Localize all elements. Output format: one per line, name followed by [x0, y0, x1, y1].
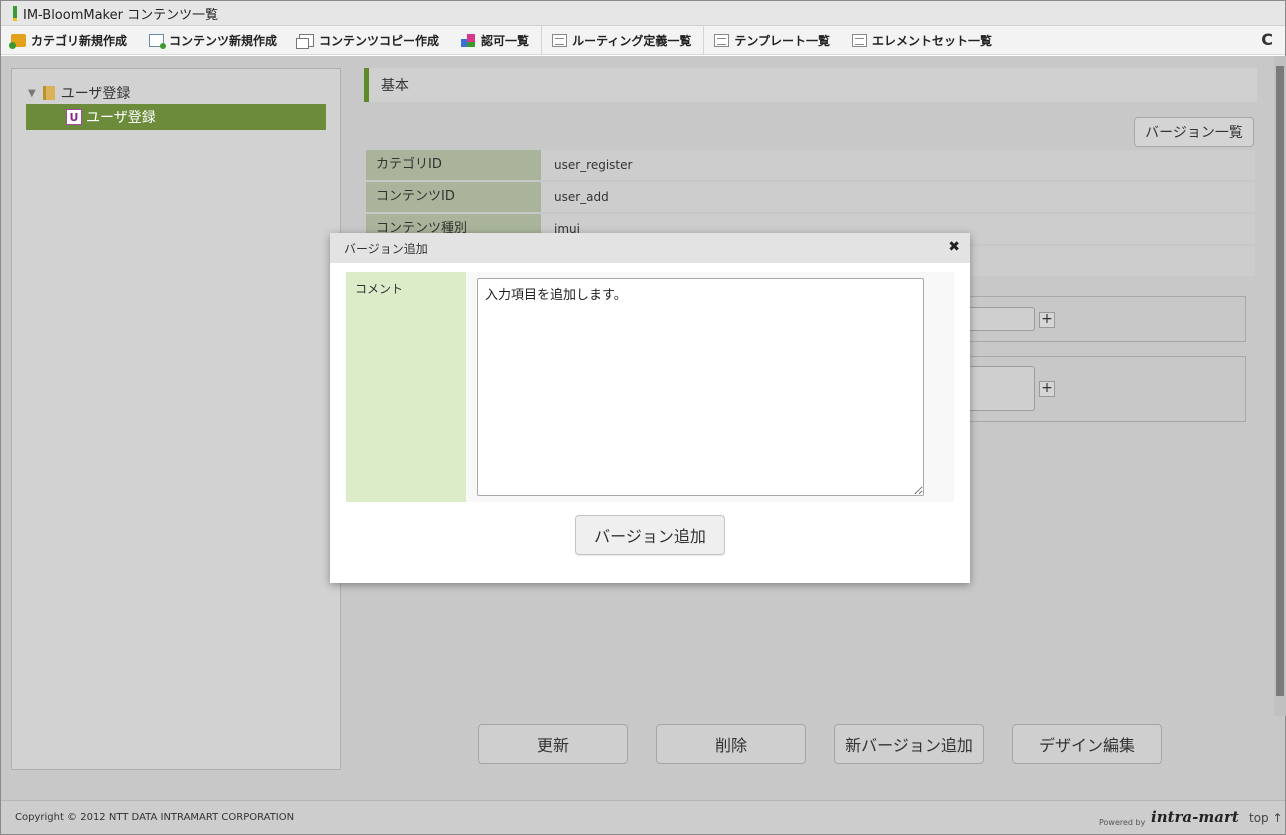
update-button[interactable]: 更新	[478, 724, 628, 764]
info-label: コンテンツID	[366, 182, 541, 212]
dialog-header: バージョン追加 ✖	[330, 233, 970, 263]
content-add-icon	[149, 33, 167, 49]
info-value: user_register	[554, 158, 633, 172]
tree-node-category[interactable]: ▼ ユーザ登録	[28, 83, 130, 103]
toolbar-category-new[interactable]: カテゴリ新規作成	[1, 26, 139, 55]
toolbar-authorization-list[interactable]: 認可一覧	[451, 25, 543, 55]
info-row-category-id: カテゴリID user_register	[366, 150, 1255, 180]
top-link[interactable]: top ↑	[1249, 811, 1283, 825]
list-icon	[852, 33, 867, 47]
info-value: user_add	[554, 190, 609, 204]
app-logo-icon	[13, 5, 17, 21]
toolbar-content-new[interactable]: コンテンツ新規作成	[139, 26, 289, 55]
list-icon	[714, 33, 730, 47]
copyright-text: Copyright © 2012 NTT DATA INTRAMART CORP…	[15, 812, 295, 823]
content-copy-icon	[296, 33, 315, 49]
powered-by-text: Powered by	[1099, 818, 1146, 827]
tree-node-label: ユーザ登録	[86, 110, 156, 126]
toolbar-content-copy[interactable]: コンテンツコピー作成	[289, 26, 451, 55]
tree-node-content-selected[interactable]: U ユーザ登録	[26, 104, 326, 130]
comment-label: コメント	[346, 272, 466, 502]
info-label: カテゴリID	[366, 150, 541, 180]
dialog-title: バージョン追加	[344, 241, 428, 256]
comment-textarea[interactable]: 入力項目を追加します。	[477, 278, 924, 496]
add-version-button[interactable]: バージョン追加	[575, 515, 725, 555]
category-add-icon	[9, 33, 26, 49]
window-title: IM-BloomMaker コンテンツ一覧	[23, 7, 219, 23]
add-icon[interactable]: +	[1039, 312, 1055, 328]
intra-mart-logo: intra-mart	[1151, 808, 1239, 826]
toolbar: カテゴリ新規作成 コンテンツ新規作成 コンテンツコピー作成 認可一覧 ルーティン…	[1, 25, 1285, 55]
tree-node-label: ユーザ登録	[60, 86, 131, 102]
toolbar-label: エレメントセット一覧	[872, 33, 993, 48]
scrollbar-thumb[interactable]	[1276, 66, 1284, 696]
add-icon[interactable]: +	[1039, 381, 1055, 397]
delete-button[interactable]: 削除	[656, 724, 806, 764]
section-title: 基本	[364, 68, 1257, 102]
toolbar-elementset-list[interactable]: エレメントセット一覧	[842, 26, 1004, 55]
list-icon	[552, 33, 568, 47]
design-edit-button[interactable]: デザイン編集	[1012, 724, 1162, 764]
toolbar-label: ルーティング定義一覧	[572, 33, 692, 48]
background-textarea[interactable]	[960, 366, 1035, 411]
version-list-button[interactable]: バージョン一覧	[1134, 117, 1254, 147]
content-type-icon: U	[66, 109, 82, 125]
footer: Copyright © 2012 NTT DATA INTRAMART CORP…	[1, 800, 1285, 834]
comment-form-row: コメント 入力項目を追加します。	[346, 272, 954, 502]
background-input[interactable]	[960, 307, 1035, 331]
title-bar: IM-BloomMaker コンテンツ一覧	[1, 1, 1285, 26]
toolbar-label: テンプレート一覧	[734, 33, 830, 48]
refresh-icon[interactable]: C	[1261, 30, 1273, 49]
toolbar-label: コンテンツコピー作成	[319, 33, 440, 48]
toolbar-label: 認可一覧	[481, 33, 530, 48]
version-add-dialog: バージョン追加 ✖ コメント 入力項目を追加します。 バージョン追加	[330, 233, 970, 583]
content-tree-panel: ▼ ユーザ登録 U ユーザ登録	[11, 68, 341, 770]
folder-icon	[42, 86, 55, 100]
toolbar-label: コンテンツ新規作成	[169, 33, 278, 48]
toolbar-label: カテゴリ新規作成	[31, 33, 128, 48]
new-version-button[interactable]: 新バージョン追加	[834, 724, 984, 764]
toolbar-template-list[interactable]: テンプレート一覧	[704, 26, 842, 55]
info-row-content-id: コンテンツID user_add	[366, 182, 1255, 212]
close-icon[interactable]: ✖	[948, 239, 960, 255]
toolbar-routing-list[interactable]: ルーティング定義一覧	[542, 25, 705, 55]
authorization-icon	[461, 33, 476, 47]
main-scrollbar[interactable]	[1274, 56, 1286, 716]
tree-expand-icon[interactable]: ▼	[28, 88, 36, 99]
